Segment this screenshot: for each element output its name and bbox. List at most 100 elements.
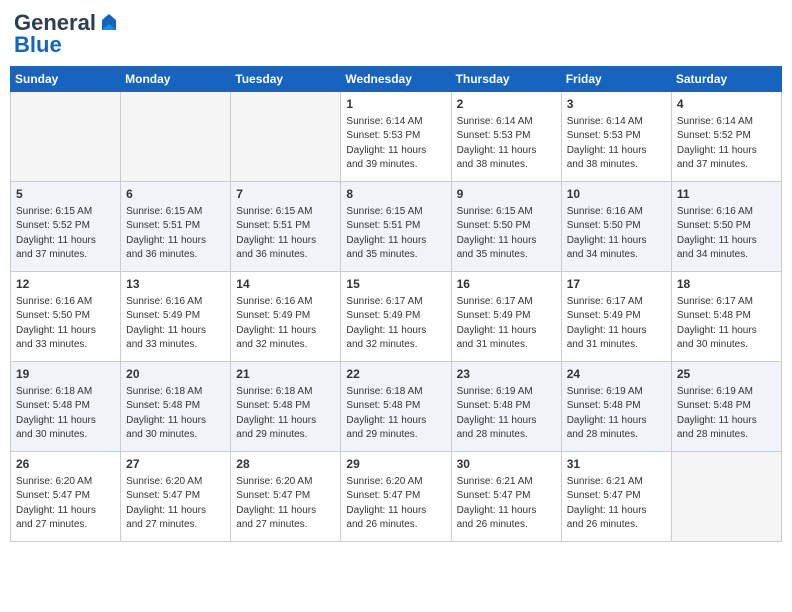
- col-header-monday: Monday: [121, 67, 231, 92]
- day-info: Sunrise: 6:20 AMSunset: 5:47 PMDaylight:…: [126, 475, 225, 533]
- day-info: Sunrise: 6:18 AMSunset: 5:48 PMDaylight:…: [126, 385, 225, 443]
- day-info: Sunrise: 6:18 AMSunset: 5:48 PMDaylight:…: [16, 385, 115, 443]
- week-row-4: 19Sunrise: 6:18 AMSunset: 5:48 PMDayligh…: [11, 362, 782, 452]
- day-number: 4: [677, 96, 776, 113]
- cell-3-7: 18 Sunrise: 6:17 AMSunset: 5:48 PMDayligh…: [671, 272, 781, 362]
- day-info: Sunrise: 6:15 AMSunset: 5:51 PMDaylight:…: [346, 205, 445, 263]
- day-info: Sunrise: 6:17 AMSunset: 5:48 PMDaylight:…: [677, 295, 776, 353]
- cell-2-3: 7 Sunrise: 6:15 AMSunset: 5:51 PMDaylight…: [231, 182, 341, 272]
- cell-2-1: 5 Sunrise: 6:15 AMSunset: 5:52 PMDaylight…: [11, 182, 121, 272]
- cell-4-6: 24 Sunrise: 6:19 AMSunset: 5:48 PMDayligh…: [561, 362, 671, 452]
- page-header: General Blue: [10, 10, 782, 58]
- day-info: Sunrise: 6:20 AMSunset: 5:47 PMDaylight:…: [236, 475, 335, 533]
- cell-5-2: 27 Sunrise: 6:20 AMSunset: 5:47 PMDayligh…: [121, 452, 231, 542]
- day-info: Sunrise: 6:14 AMSunset: 5:53 PMDaylight:…: [567, 115, 666, 173]
- day-info: Sunrise: 6:14 AMSunset: 5:53 PMDaylight:…: [457, 115, 556, 173]
- col-header-friday: Friday: [561, 67, 671, 92]
- day-number: 13: [126, 276, 225, 293]
- cell-3-1: 12 Sunrise: 6:16 AMSunset: 5:50 PMDayligh…: [11, 272, 121, 362]
- day-info: Sunrise: 6:16 AMSunset: 5:50 PMDaylight:…: [567, 205, 666, 263]
- day-info: Sunrise: 6:15 AMSunset: 5:51 PMDaylight:…: [126, 205, 225, 263]
- day-number: 9: [457, 186, 556, 203]
- cell-1-1: [11, 92, 121, 182]
- cell-4-7: 25 Sunrise: 6:19 AMSunset: 5:48 PMDayligh…: [671, 362, 781, 452]
- week-row-2: 5 Sunrise: 6:15 AMSunset: 5:52 PMDaylight…: [11, 182, 782, 272]
- cell-3-6: 17 Sunrise: 6:17 AMSunset: 5:49 PMDayligh…: [561, 272, 671, 362]
- day-number: 24: [567, 366, 666, 383]
- cell-3-3: 14Sunrise: 6:16 AMSunset: 5:49 PMDayligh…: [231, 272, 341, 362]
- day-number: 1: [346, 96, 445, 113]
- day-number: 25: [677, 366, 776, 383]
- cell-3-5: 16Sunrise: 6:17 AMSunset: 5:49 PMDayligh…: [451, 272, 561, 362]
- logo-blue: Blue: [14, 32, 62, 58]
- day-number: 10: [567, 186, 666, 203]
- day-number: 31: [567, 456, 666, 473]
- day-info: Sunrise: 6:20 AMSunset: 5:47 PMDaylight:…: [16, 475, 115, 533]
- day-info: Sunrise: 6:16 AMSunset: 5:50 PMDaylight:…: [16, 295, 115, 353]
- day-number: 30: [457, 456, 556, 473]
- day-info: Sunrise: 6:15 AMSunset: 5:52 PMDaylight:…: [16, 205, 115, 263]
- day-number: 27: [126, 456, 225, 473]
- day-info: Sunrise: 6:16 AMSunset: 5:50 PMDaylight:…: [677, 205, 776, 263]
- week-row-5: 26Sunrise: 6:20 AMSunset: 5:47 PMDayligh…: [11, 452, 782, 542]
- day-info: Sunrise: 6:16 AMSunset: 5:49 PMDaylight:…: [126, 295, 225, 353]
- week-row-1: 1 Sunrise: 6:14 AMSunset: 5:53 PMDaylight…: [11, 92, 782, 182]
- day-info: Sunrise: 6:15 AMSunset: 5:51 PMDaylight:…: [236, 205, 335, 263]
- cell-1-2: [121, 92, 231, 182]
- day-number: 15: [346, 276, 445, 293]
- day-number: 12: [16, 276, 115, 293]
- day-number: 23: [457, 366, 556, 383]
- cell-5-3: 28 Sunrise: 6:20 AMSunset: 5:47 PMDayligh…: [231, 452, 341, 542]
- cell-2-7: 11 Sunrise: 6:16 AMSunset: 5:50 PMDayligh…: [671, 182, 781, 272]
- cell-5-5: 30 Sunrise: 6:21 AMSunset: 5:47 PMDayligh…: [451, 452, 561, 542]
- day-info: Sunrise: 6:20 AMSunset: 5:47 PMDaylight:…: [346, 475, 445, 533]
- day-number: 17: [567, 276, 666, 293]
- cell-2-4: 8 Sunrise: 6:15 AMSunset: 5:51 PMDaylight…: [341, 182, 451, 272]
- cell-2-5: 9 Sunrise: 6:15 AMSunset: 5:50 PMDaylight…: [451, 182, 561, 272]
- day-number: 20: [126, 366, 225, 383]
- day-number: 2: [457, 96, 556, 113]
- day-info: Sunrise: 6:15 AMSunset: 5:50 PMDaylight:…: [457, 205, 556, 263]
- cell-2-6: 10 Sunrise: 6:16 AMSunset: 5:50 PMDayligh…: [561, 182, 671, 272]
- cell-1-7: 4Sunrise: 6:14 AMSunset: 5:52 PMDaylight…: [671, 92, 781, 182]
- cell-4-3: 21 Sunrise: 6:18 AMSunset: 5:48 PMDayligh…: [231, 362, 341, 452]
- cell-5-7: [671, 452, 781, 542]
- cell-5-1: 26Sunrise: 6:20 AMSunset: 5:47 PMDayligh…: [11, 452, 121, 542]
- day-info: Sunrise: 6:21 AMSunset: 5:47 PMDaylight:…: [457, 475, 556, 533]
- day-number: 22: [346, 366, 445, 383]
- cell-4-5: 23 Sunrise: 6:19 AMSunset: 5:48 PMDayligh…: [451, 362, 561, 452]
- col-header-wednesday: Wednesday: [341, 67, 451, 92]
- day-number: 28: [236, 456, 335, 473]
- calendar-table: SundayMondayTuesdayWednesdayThursdayFrid…: [10, 66, 782, 542]
- day-number: 8: [346, 186, 445, 203]
- cell-4-1: 19Sunrise: 6:18 AMSunset: 5:48 PMDayligh…: [11, 362, 121, 452]
- day-info: Sunrise: 6:17 AMSunset: 5:49 PMDaylight:…: [346, 295, 445, 353]
- day-info: Sunrise: 6:19 AMSunset: 5:48 PMDaylight:…: [567, 385, 666, 443]
- day-number: 21: [236, 366, 335, 383]
- day-info: Sunrise: 6:18 AMSunset: 5:48 PMDaylight:…: [236, 385, 335, 443]
- day-number: 11: [677, 186, 776, 203]
- cell-2-2: 6 Sunrise: 6:15 AMSunset: 5:51 PMDaylight…: [121, 182, 231, 272]
- cell-5-4: 29 Sunrise: 6:20 AMSunset: 5:47 PMDayligh…: [341, 452, 451, 542]
- day-number: 16: [457, 276, 556, 293]
- day-info: Sunrise: 6:19 AMSunset: 5:48 PMDaylight:…: [677, 385, 776, 443]
- logo-icon: [98, 12, 120, 34]
- day-number: 6: [126, 186, 225, 203]
- day-number: 3: [567, 96, 666, 113]
- cell-4-4: 22Sunrise: 6:18 AMSunset: 5:48 PMDayligh…: [341, 362, 451, 452]
- cell-1-3: [231, 92, 341, 182]
- day-number: 5: [16, 186, 115, 203]
- day-number: 18: [677, 276, 776, 293]
- day-info: Sunrise: 6:19 AMSunset: 5:48 PMDaylight:…: [457, 385, 556, 443]
- day-number: 7: [236, 186, 335, 203]
- cell-1-4: 1Sunrise: 6:14 AMSunset: 5:53 PMDaylight…: [341, 92, 451, 182]
- cell-3-4: 15 Sunrise: 6:17 AMSunset: 5:49 PMDayligh…: [341, 272, 451, 362]
- day-number: 29: [346, 456, 445, 473]
- logo: General Blue: [14, 10, 120, 58]
- cell-5-6: 31 Sunrise: 6:21 AMSunset: 5:47 PMDayligh…: [561, 452, 671, 542]
- cell-4-2: 20 Sunrise: 6:18 AMSunset: 5:48 PMDayligh…: [121, 362, 231, 452]
- day-info: Sunrise: 6:21 AMSunset: 5:47 PMDaylight:…: [567, 475, 666, 533]
- col-header-sunday: Sunday: [11, 67, 121, 92]
- cell-3-2: 13 Sunrise: 6:16 AMSunset: 5:49 PMDayligh…: [121, 272, 231, 362]
- day-info: Sunrise: 6:17 AMSunset: 5:49 PMDaylight:…: [567, 295, 666, 353]
